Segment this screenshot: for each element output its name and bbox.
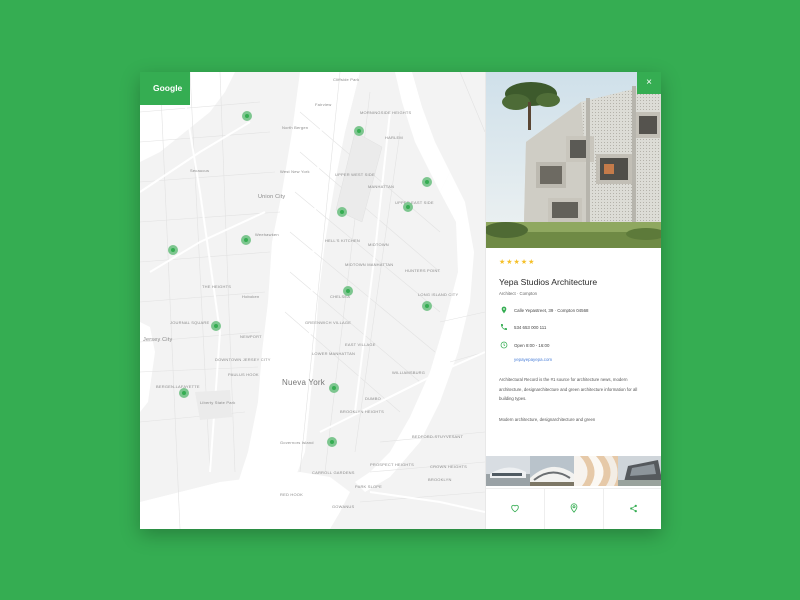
directions-button[interactable] <box>545 489 604 529</box>
phone-row[interactable]: 534 653 000 111 <box>499 322 546 332</box>
map-pin[interactable] <box>242 111 252 121</box>
map-label: Union City <box>258 194 286 200</box>
map-label: Weehawken <box>255 232 279 237</box>
map-label: Fairview <box>315 102 332 107</box>
phone-icon <box>499 322 509 332</box>
map-label: Secaucus <box>190 168 210 173</box>
map-pin[interactable] <box>329 383 339 393</box>
map-label: Cliffside Park <box>333 77 360 82</box>
map-pin[interactable] <box>343 286 353 296</box>
map-pin[interactable] <box>422 301 432 311</box>
map-label: NEWPORT <box>240 334 262 339</box>
map-label: EAST VILLAGE <box>345 342 376 347</box>
map-label: PARK SLOPE <box>355 484 383 489</box>
map-label: LOWER MANHATTAN <box>312 351 356 356</box>
location-pin-icon <box>569 500 579 518</box>
close-icon: × <box>646 77 652 88</box>
map-label: Nueva York <box>282 378 325 387</box>
map-label: PAULUS HOOK <box>228 372 259 377</box>
map-label: HUNTERS POINT <box>405 268 441 273</box>
location-pin-icon <box>499 305 509 315</box>
map-pin[interactable] <box>168 245 178 255</box>
map-label: BROOKLYN HEIGHTS <box>340 409 385 414</box>
map-label: Governors Island <box>280 440 314 445</box>
map-label: DUMBO <box>365 396 381 401</box>
map-pin[interactable] <box>422 177 432 187</box>
map-label: BROOKLYN <box>428 477 452 482</box>
share-button[interactable] <box>604 489 661 529</box>
map-label: MIDTOWN MANHATTAN <box>345 262 394 267</box>
map-label: THE HEIGHTS <box>202 284 232 289</box>
map-label: West New York <box>280 169 310 174</box>
map-pin[interactable] <box>337 207 347 217</box>
hours-text: Open 8:00 - 16:00 <box>514 342 550 348</box>
map-label: Jersey City <box>143 337 173 343</box>
photo-strip <box>486 456 661 486</box>
map-label: BEDFORD-STUYVESANT <box>412 434 464 439</box>
map-pin[interactable] <box>354 126 364 136</box>
map-label: GREENWICH VILLAGE <box>305 320 352 325</box>
rating-stars: ★★★★★ <box>499 259 536 266</box>
favorite-button[interactable] <box>486 489 545 529</box>
map-view[interactable]: Cliffside Park Fairview North Bergen MOR… <box>140 72 485 529</box>
website-link[interactable]: yepayepayepa.com <box>514 357 552 362</box>
photo-thumbnail[interactable] <box>618 456 661 486</box>
map-pin[interactable] <box>211 321 221 331</box>
map-label: JOURNAL SQUARE <box>170 320 210 325</box>
photo-thumbnail[interactable] <box>530 456 574 486</box>
map-label: CROWN HEIGHTS <box>430 464 468 469</box>
map-label: Hoboken <box>242 294 260 299</box>
map-pin[interactable] <box>403 202 413 212</box>
photo-thumbnail[interactable] <box>486 456 530 486</box>
hours-row: Open 8:00 - 16:00 <box>499 340 549 350</box>
map-label: MIDTOWN <box>368 242 389 247</box>
map-label: DOWNTOWN JERSEY CITY <box>215 357 271 362</box>
close-button[interactable]: × <box>637 72 661 94</box>
map-label: PROSPECT HEIGHTS <box>370 462 415 467</box>
share-icon <box>629 500 638 518</box>
hero-image <box>486 72 661 248</box>
map-pin[interactable] <box>241 235 251 245</box>
map-label: North Bergen <box>282 125 309 130</box>
map-pin[interactable] <box>327 437 337 447</box>
map-label: GOWANUS <box>332 504 355 509</box>
map-label: MANHATTAN <box>368 184 395 189</box>
details-panel: ★★★★★ Yepa Studios Architecture Architec… <box>485 72 661 529</box>
place-details-window: Cliffside Park Fairview North Bergen MOR… <box>140 72 661 529</box>
heart-icon <box>510 500 520 518</box>
description-tags: Modern architecture, designarchitecture … <box>499 417 596 422</box>
address-text: Calle Yepastreet, 39 · Compton 04568 <box>514 307 589 313</box>
phone-text: 534 653 000 111 <box>514 324 547 330</box>
map-label: Liberty State Park <box>200 400 236 405</box>
map-label: WILLIAMSBURG <box>392 370 426 375</box>
map-label: UPPER EAST SIDE <box>395 200 434 205</box>
photo-thumbnail[interactable] <box>574 456 618 486</box>
map-pin[interactable] <box>179 388 189 398</box>
map-label: RED HOOK <box>280 492 303 497</box>
map-label: UPPER WEST SIDE <box>335 172 375 177</box>
place-title: Yepa Studios Architecture <box>499 277 598 287</box>
map-label: BERGEN-LAFAYETTE <box>156 384 200 389</box>
map-label: HELL'S KITCHEN <box>325 238 360 243</box>
description: Architectural Record is the #1 source fo… <box>499 377 638 401</box>
google-logo-box: Google <box>140 72 190 105</box>
address-row: Calle Yepastreet, 39 · Compton 04568 <box>499 305 588 315</box>
map-label: LONG ISLAND CITY <box>418 292 459 297</box>
google-logo: Google <box>153 83 183 93</box>
action-bar <box>486 488 661 529</box>
clock-icon <box>499 340 509 350</box>
place-subtitle: Architect · Compton <box>499 291 537 296</box>
map-base <box>140 72 485 529</box>
map-label: HARLEM <box>385 135 403 140</box>
map-label: MORNINGSIDE HEIGHTS <box>360 110 412 115</box>
map-label: CARROLL GARDENS <box>312 470 355 475</box>
